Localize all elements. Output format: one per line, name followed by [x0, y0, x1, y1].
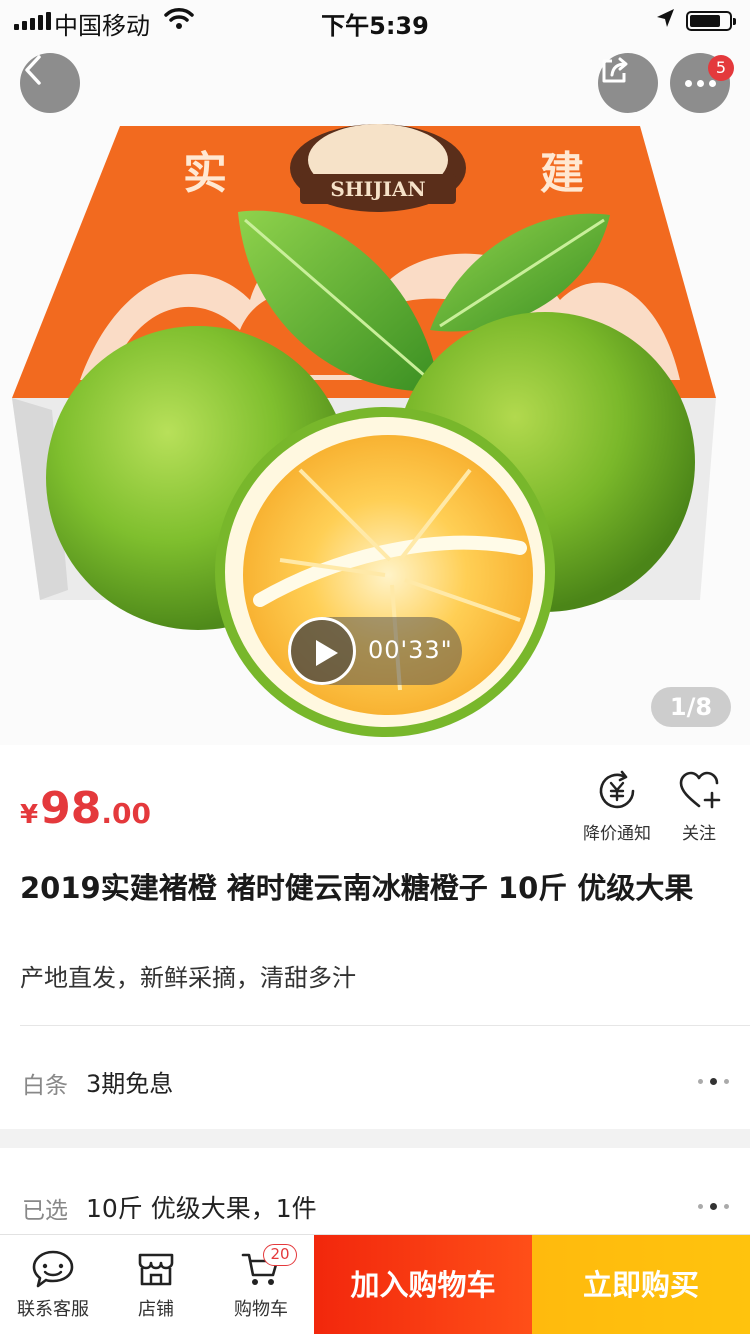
price-alert-label: 降价通知	[583, 824, 651, 844]
box-logo-text: SHIJIAN	[330, 177, 425, 201]
more-icon	[684, 79, 716, 87]
price-alert-button[interactable]: 降价通知	[580, 769, 654, 844]
cart-label: 购物车	[234, 1299, 288, 1320]
product-price: ¥ 98 .00	[20, 783, 151, 834]
location-arrow-icon	[657, 9, 674, 27]
more-options-icon	[698, 1078, 729, 1085]
customer-service-icon	[32, 1250, 74, 1288]
price-integer: 98	[40, 783, 102, 834]
add-to-cart-button[interactable]: 加入购物车	[314, 1235, 532, 1334]
cart-count-badge: 20	[263, 1244, 297, 1266]
play-icon	[288, 617, 356, 685]
box-brand-left: 实	[183, 148, 227, 199]
installment-row[interactable]: 白条 3期免息	[0, 1050, 750, 1110]
back-button[interactable]	[20, 53, 80, 113]
battery-icon	[686, 11, 736, 31]
box-brand-right: 建	[540, 148, 584, 199]
shop-tab[interactable]: 店铺	[117, 1235, 195, 1334]
installment-value: 3期免息	[86, 1070, 174, 1098]
product-image-gallery[interactable]: SHIJIAN 实 建 5 00'33" 1/8	[0, 0, 750, 745]
heart-plus-icon	[679, 771, 721, 809]
back-icon	[25, 55, 41, 85]
bottom-action-bar: 联系客服 店铺 购物车 20 加入购物车 立即购买	[0, 1234, 750, 1334]
product-title: 2019实建褚橙 褚时健云南冰糖橙子 10斤 优级大果	[20, 871, 694, 905]
status-bar: 中国移动 下午5:39	[0, 0, 750, 40]
selected-spec-row[interactable]: 已选 10斤 优级大果，1件	[0, 1175, 750, 1235]
selected-label: 已选	[22, 1198, 68, 1224]
customer-service-tab[interactable]: 联系客服	[10, 1235, 96, 1334]
section-divider	[20, 1025, 750, 1026]
image-page-indicator: 1/8	[651, 687, 731, 727]
section-gap	[0, 1129, 750, 1148]
shop-label: 店铺	[138, 1299, 174, 1320]
price-currency: ¥	[20, 800, 39, 830]
shop-icon	[138, 1253, 174, 1286]
price-decimal: .00	[101, 797, 151, 830]
buy-now-button[interactable]: 立即购买	[532, 1235, 750, 1334]
price-section: ¥ 98 .00 降价通知 关注	[0, 747, 750, 847]
status-time: 下午5:39	[321, 12, 429, 40]
share-button[interactable]	[598, 53, 658, 113]
installment-label: 白条	[22, 1073, 68, 1099]
follow-button[interactable]: 关注	[670, 769, 728, 844]
follow-label: 关注	[682, 824, 716, 844]
cart-tab[interactable]: 购物车 20	[222, 1235, 300, 1334]
message-badge: 5	[708, 55, 734, 81]
selected-value: 10斤 优级大果，1件	[86, 1194, 317, 1223]
video-duration: 00'33"	[368, 636, 453, 664]
share-icon	[602, 57, 628, 83]
price-alert-icon	[599, 770, 635, 809]
customer-service-label: 联系客服	[17, 1299, 89, 1320]
more-options-icon	[698, 1203, 729, 1210]
product-subtitle: 产地直发，新鲜采摘，清甜多汁	[20, 964, 356, 992]
video-play-button[interactable]: 00'33"	[288, 617, 462, 685]
